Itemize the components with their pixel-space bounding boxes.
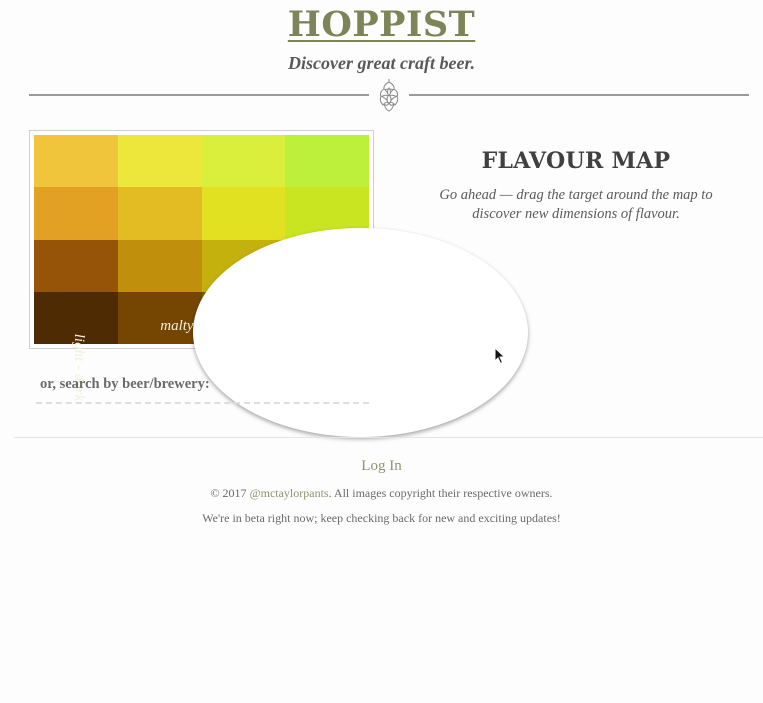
flavour-map-title: FLAVOUR MAP [481,148,671,174]
flavour-target-handle[interactable] [192,227,528,437]
flavour-cell-r1-c2[interactable] [201,187,286,240]
copyright-suffix: . All images copyright their respective … [328,486,553,500]
copyright-prefix: © 2017 [210,486,250,500]
search-input[interactable] [36,396,369,404]
flavour-cell-r1-c1[interactable] [117,187,202,240]
flavour-cell-r0-c3[interactable] [285,135,369,188]
mouse-pointer-icon [494,347,506,365]
divider-right [409,94,749,96]
flavour-map[interactable]: malty - hoppy light - dark [29,130,528,437]
tagline: Discover great craft beer. [288,53,475,73]
flavour-map-description: Go ahead — drag the target around the ma… [439,187,713,222]
author-link[interactable]: @mctaylorpants [250,486,329,500]
footer-divider [14,437,763,438]
beta-notice: We're in beta right now; keep checking b… [202,511,561,525]
divider-left [29,94,369,96]
axis-label-light-dark: light - dark [71,333,87,402]
flavour-cell-r0-c0[interactable] [34,135,118,188]
copyright-notice: © 2017 @mctaylorpants. All images copyri… [0,486,763,501]
hop-cone-icon [379,79,399,112]
brand-link[interactable]: HOPPIST [288,4,475,45]
site-logo: HOPPIST [0,4,763,45]
footer-login: Log In [0,458,763,475]
search-label: or, search by beer/brewery: [40,376,210,392]
login-link[interactable]: Log In [361,458,401,474]
flavour-cell-r0-c1[interactable] [117,135,202,188]
flavour-cell-r2-c1[interactable] [117,239,202,292]
flavour-cell-r0-c2[interactable] [201,135,286,188]
flavour-map-grid[interactable]: malty - hoppy light - dark [34,135,528,437]
